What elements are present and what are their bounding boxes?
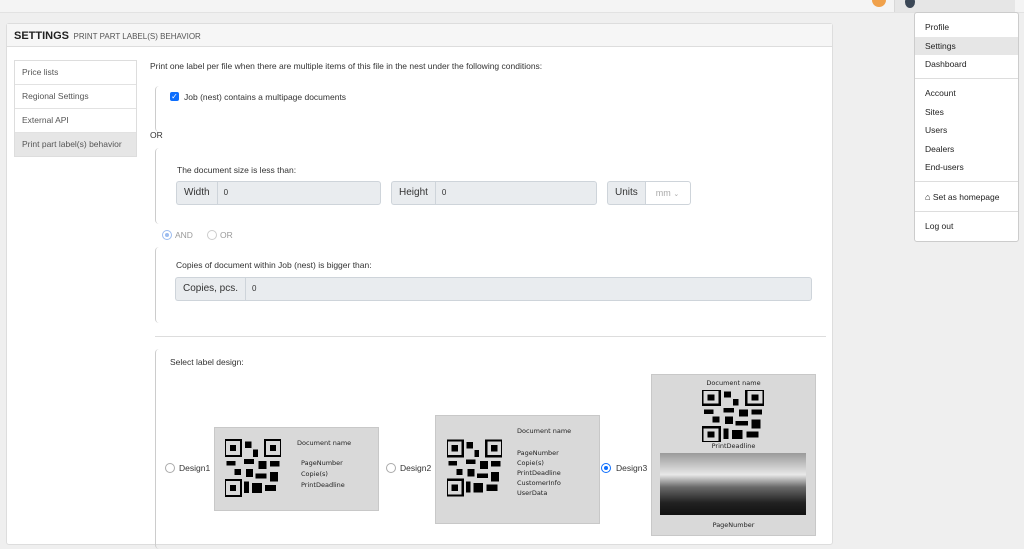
multipage-checkbox[interactable]: ✓ [170, 92, 179, 101]
qr-code-icon [225, 439, 281, 497]
page-title: SETTINGS [14, 30, 70, 42]
menu-item-profile[interactable]: Profile [915, 18, 1018, 36]
chevron-down-icon: ⌄ [673, 191, 680, 198]
units-value: mm [655, 188, 671, 198]
menu-item-dealers[interactable]: Dealers [915, 140, 1018, 158]
design2-preview[interactable]: Document name PageNumber Copie(s) PrintD… [435, 415, 600, 524]
units-select[interactable]: mm ⌄ [644, 181, 691, 205]
menu-item-logout[interactable]: Log out [915, 217, 1018, 235]
units-input-group: Units mm ⌄ [607, 181, 695, 205]
width-label: Width [176, 181, 217, 205]
design2-radio[interactable] [386, 463, 396, 473]
sidebar-item-price-lists[interactable]: Price lists [15, 61, 136, 85]
sidebar-item-regional-settings[interactable]: Regional Settings [15, 85, 136, 109]
sidebar-item-external-api[interactable]: External API [15, 109, 136, 133]
copies-input[interactable]: 0 [245, 277, 812, 301]
design2-customer-info: CustomerInfo [517, 479, 561, 487]
design2-deadline: PrintDeadline [517, 469, 561, 477]
notification-icon[interactable] [872, 0, 886, 7]
menu-divider [915, 211, 1018, 212]
design2-copies: Copie(s) [517, 459, 544, 467]
menu-item-dashboard[interactable]: Dashboard [915, 55, 1018, 73]
divider [155, 336, 826, 337]
menu-item-settings[interactable]: Settings [915, 37, 1018, 55]
doc-size-label: The document size is less than: [177, 165, 297, 175]
design1-copies: Copie(s) [301, 470, 328, 478]
qr-code-icon [447, 439, 502, 497]
design3-page-number: PageNumber [712, 521, 755, 529]
design1-doc-name: Document name [297, 439, 352, 447]
or2-label: OR [220, 230, 233, 240]
design3-deadline: PrintDeadline [711, 442, 756, 450]
width-input-group: Width 0 [176, 181, 381, 205]
user-icon [905, 0, 915, 8]
height-input-group: Height 0 [391, 181, 597, 205]
qr-code-icon [702, 390, 764, 442]
menu-divider [915, 78, 1018, 79]
copies-label: Copies of document within Job (nest) is … [176, 260, 372, 270]
landscape-photo [660, 453, 806, 515]
design3-label: Design3 [616, 463, 648, 473]
or-radio[interactable] [207, 230, 217, 240]
design1-deadline: PrintDeadline [301, 481, 345, 489]
height-input[interactable]: 0 [434, 181, 597, 205]
menu-item-account[interactable]: Account [915, 84, 1018, 102]
menu-item-users[interactable]: Users [915, 121, 1018, 139]
design-group [155, 349, 166, 549]
copies-input-group: Copies, pcs. 0 [175, 277, 812, 301]
design1-page-number: PageNumber [301, 459, 343, 467]
copies-field-label: Copies, pcs. [175, 277, 246, 301]
settings-nav: Price lists Regional Settings External A… [14, 60, 137, 157]
units-label: Units [607, 181, 645, 205]
set-homepage-label: Set as homepage [932, 192, 1000, 202]
menu-item-set-homepage[interactable]: ⌂ Set as homepage [915, 188, 1018, 206]
multipage-label: Job (nest) contains a multipage document… [184, 92, 347, 102]
design3-radio[interactable] [601, 463, 611, 473]
sidebar-item-print-part-labels[interactable]: Print part label(s) behavior [15, 133, 136, 156]
or-label: OR [150, 130, 163, 140]
design1-label: Design1 [179, 463, 211, 473]
design2-doc-name: Document name [517, 427, 572, 435]
design3-preview[interactable]: Document name PrintDeadline PageNumber [651, 374, 816, 536]
doc-size-group [155, 148, 166, 224]
intro-text: Print one label per file when there are … [150, 61, 543, 71]
settings-panel: SETTINGS PRINT PART LABEL(S) BEHAVIOR Pr… [6, 23, 833, 549]
design2-page-number: PageNumber [517, 449, 559, 457]
home-icon: ⌂ [925, 192, 931, 202]
design3-doc-name: Document name [706, 379, 761, 387]
menu-item-end-users[interactable]: End-users [915, 158, 1018, 176]
design1-radio[interactable] [165, 463, 175, 473]
top-bar [0, 0, 1024, 13]
user-menu-button[interactable] [894, 0, 1015, 12]
multipage-group [155, 86, 166, 132]
design2-label: Design2 [400, 463, 432, 473]
copies-group [155, 247, 166, 323]
and-radio[interactable] [162, 230, 172, 240]
design2-user-data: UserData [517, 489, 548, 497]
select-design-label: Select label design: [170, 357, 244, 367]
width-input[interactable]: 0 [216, 181, 381, 205]
menu-item-sites[interactable]: Sites [915, 103, 1018, 121]
and-label: AND [175, 230, 193, 240]
design1-preview[interactable]: Document name PageNumber Copie(s) PrintD… [214, 427, 379, 511]
page-subtitle: PRINT PART LABEL(S) BEHAVIOR [73, 32, 201, 41]
user-dropdown-menu: Profile Settings Dashboard Account Sites… [914, 12, 1019, 242]
panel-header: SETTINGS PRINT PART LABEL(S) BEHAVIOR [7, 24, 832, 47]
height-label: Height [391, 181, 435, 205]
menu-divider [915, 181, 1018, 182]
